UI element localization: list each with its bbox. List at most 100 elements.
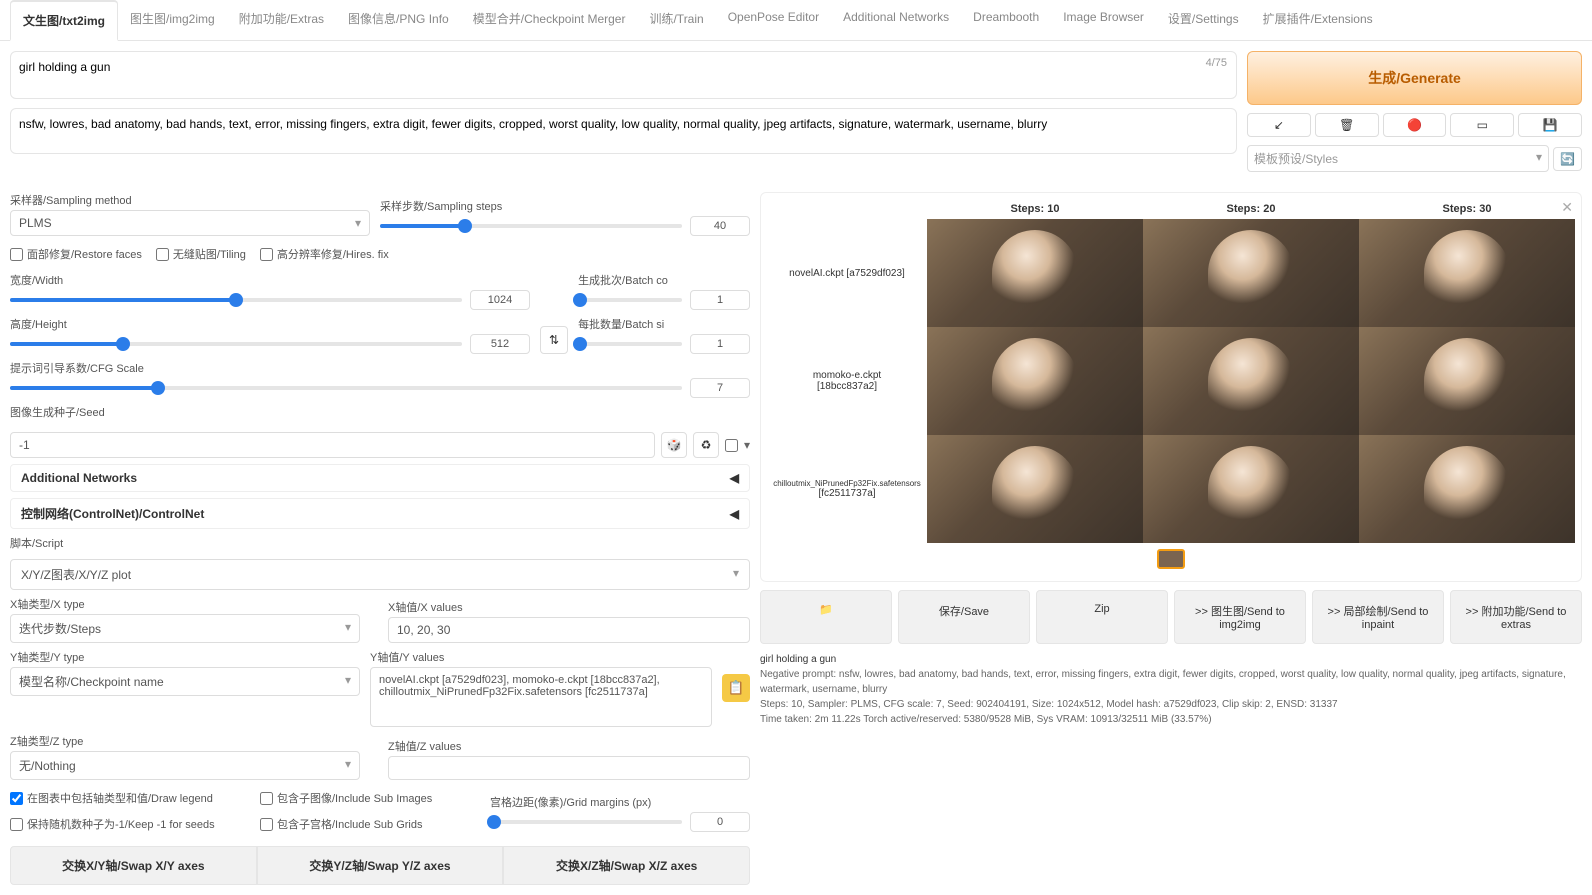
save-button[interactable]: 保存/Save (898, 590, 1030, 644)
tab-settings[interactable]: 设置/Settings (1156, 0, 1251, 40)
width-value[interactable]: 1024 (470, 290, 530, 310)
batch-size-label: 每批数量/Batch si (578, 316, 750, 332)
gallery-thumbnail[interactable] (1157, 549, 1185, 569)
height-value[interactable]: 512 (470, 334, 530, 354)
script-label: 脚本/Script (10, 535, 750, 551)
ztype-label: Z轴类型/Z type (10, 733, 360, 749)
tab-pnginfo[interactable]: 图像信息/PNG Info (336, 0, 461, 40)
gallery-close-button[interactable]: ✕ (1561, 199, 1573, 216)
controlnet-accordion[interactable]: 控制网络(ControlNet)/ControlNet◀ (10, 498, 750, 529)
generation-info: girl holding a gun Negative prompt: nsfw… (760, 652, 1582, 727)
clear-button[interactable]: 🗑 (1315, 113, 1379, 137)
cfg-slider[interactable] (10, 386, 682, 390)
width-slider[interactable] (10, 298, 462, 302)
tab-train[interactable]: 训练/Train (637, 0, 715, 40)
xtype-label: X轴类型/X type (10, 596, 360, 612)
xvalues-input[interactable]: 10, 20, 30 (388, 617, 750, 643)
tab-img2img[interactable]: 图生图/img2img (118, 0, 227, 40)
styles-refresh-button[interactable]: 🔄 (1553, 147, 1582, 171)
seed-input[interactable]: -1 (10, 432, 655, 458)
token-count: 4/75 (1206, 57, 1227, 69)
sampling-steps-slider[interactable] (380, 224, 682, 228)
send-inpaint-button[interactable]: >> 局部绘制/Send to inpaint (1312, 590, 1444, 644)
batch-size-slider[interactable] (578, 342, 682, 346)
include-sub-grids-checkbox[interactable]: 包含子宫格/Include Sub Grids (260, 816, 480, 832)
tab-extensions[interactable]: 扩展插件/Extensions (1251, 0, 1385, 40)
keep-seeds-checkbox[interactable]: 保持随机数种子为-1/Keep -1 for seeds (10, 816, 250, 832)
tab-openpose[interactable]: OpenPose Editor (716, 0, 831, 40)
tab-txt2img[interactable]: 文生图/txt2img (10, 0, 118, 41)
open-folder-button[interactable]: 📁 (760, 590, 892, 644)
grid-image[interactable] (927, 435, 1143, 543)
ytype-label: Y轴类型/Y type (10, 649, 360, 665)
grid-image[interactable] (1143, 219, 1359, 327)
cfg-label: 提示词引导系数/CFG Scale (10, 360, 750, 376)
sampling-steps-value[interactable]: 40 (690, 216, 750, 236)
hires-fix-checkbox[interactable]: 高分辨率修复/Hires. fix (260, 246, 389, 262)
seed-extra-arrow[interactable]: ▾ (744, 438, 750, 452)
grid-margins-slider[interactable] (490, 820, 682, 824)
tab-dreambooth[interactable]: Dreambooth (961, 0, 1051, 40)
seed-extra-checkbox[interactable] (725, 439, 738, 452)
height-label: 高度/Height (10, 316, 530, 332)
paste-button[interactable]: ↙ (1247, 113, 1311, 137)
xtype-select[interactable]: 迭代步数/Steps (10, 614, 360, 643)
yvalues-fill-button[interactable]: 📋 (722, 674, 750, 702)
swap-yz-button[interactable]: 交换Y/Z轴/Swap Y/Z axes (257, 846, 504, 885)
grid-image[interactable] (1359, 219, 1575, 327)
yvalues-label: Y轴值/Y values (370, 649, 712, 665)
batch-count-slider[interactable] (578, 298, 682, 302)
cfg-value[interactable]: 7 (690, 378, 750, 398)
tab-ckptmerger[interactable]: 模型合并/Checkpoint Merger (461, 0, 638, 40)
grid-image[interactable] (1143, 327, 1359, 435)
grid-margins-label: 宫格边距(像素)/Grid margins (px) (490, 794, 750, 810)
seed-random-button[interactable]: 🎲 (661, 432, 687, 458)
generate-button[interactable]: 生成/Generate (1247, 51, 1582, 105)
height-slider[interactable] (10, 342, 462, 346)
grid-row-2: momoko-e.ckpt[18bcc837a2] (767, 327, 927, 435)
ztype-select[interactable]: 无/Nothing (10, 751, 360, 780)
grid-image[interactable] (1359, 327, 1575, 435)
sampling-method-select[interactable]: PLMS (10, 210, 370, 236)
seed-label: 图像生成种子/Seed (10, 404, 750, 420)
sampling-steps-label: 采样步数/Sampling steps (380, 198, 750, 214)
styles-apply-button[interactable]: ▭ (1450, 113, 1514, 137)
zvalues-input[interactable] (388, 756, 750, 780)
swap-dimensions-button[interactable]: ⇅ (540, 326, 568, 354)
styles-select[interactable]: 模板预设/Styles (1247, 145, 1549, 172)
negative-prompt-input[interactable]: nsfw, lowres, bad anatomy, bad hands, te… (10, 108, 1237, 154)
swap-xz-button[interactable]: 交换X/Z轴/Swap X/Z axes (503, 846, 750, 885)
grid-image[interactable] (1359, 435, 1575, 543)
tab-addnets[interactable]: Additional Networks (831, 0, 961, 40)
tab-extras[interactable]: 附加功能/Extras (227, 0, 336, 40)
tab-imgbrowser[interactable]: Image Browser (1051, 0, 1156, 40)
additional-networks-accordion[interactable]: Additional Networks◀ (10, 464, 750, 492)
seed-reuse-button[interactable]: ♻ (693, 432, 719, 458)
tiling-checkbox[interactable]: 无缝贴图/Tiling (156, 246, 246, 262)
grid-image[interactable] (1143, 435, 1359, 543)
batch-size-value[interactable]: 1 (690, 334, 750, 354)
styles-save-button[interactable]: 💾 (1518, 113, 1582, 137)
extra-networks-button[interactable]: 🔴 (1383, 113, 1447, 137)
grid-image[interactable] (927, 219, 1143, 327)
batch-count-value[interactable]: 1 (690, 290, 750, 310)
send-extras-button[interactable]: >> 附加功能/Send to extras (1450, 590, 1582, 644)
swap-xy-button[interactable]: 交换X/Y轴/Swap X/Y axes (10, 846, 257, 885)
draw-legend-checkbox[interactable]: 在图表中包括轴类型和值/Draw legend (10, 790, 250, 806)
yvalues-input[interactable]: novelAI.ckpt [a7529df023], momoko-e.ckpt… (370, 667, 712, 727)
grid-col-2: Steps: 20 (1143, 199, 1359, 219)
grid-row-1: novelAI.ckpt [a7529df023] (767, 219, 927, 327)
batch-count-label: 生成批次/Batch co (578, 272, 750, 288)
grid-margins-value[interactable]: 0 (690, 812, 750, 832)
xvalues-label: X轴值/X values (388, 599, 750, 615)
send-img2img-button[interactable]: >> 图生图/Send to img2img (1174, 590, 1306, 644)
zip-button[interactable]: Zip (1036, 590, 1168, 644)
ytype-select[interactable]: 模型名称/Checkpoint name (10, 667, 360, 696)
grid-col-3: Steps: 30 (1359, 199, 1575, 219)
script-select[interactable]: X/Y/Z图表/X/Y/Z plot (10, 559, 750, 590)
prompt-input[interactable]: girl holding a gun (10, 51, 1237, 99)
restore-faces-checkbox[interactable]: 面部修复/Restore faces (10, 246, 142, 262)
grid-image[interactable] (927, 327, 1143, 435)
sampling-method-label: 采样器/Sampling method (10, 192, 370, 208)
include-sub-images-checkbox[interactable]: 包含子图像/Include Sub Images (260, 790, 480, 806)
